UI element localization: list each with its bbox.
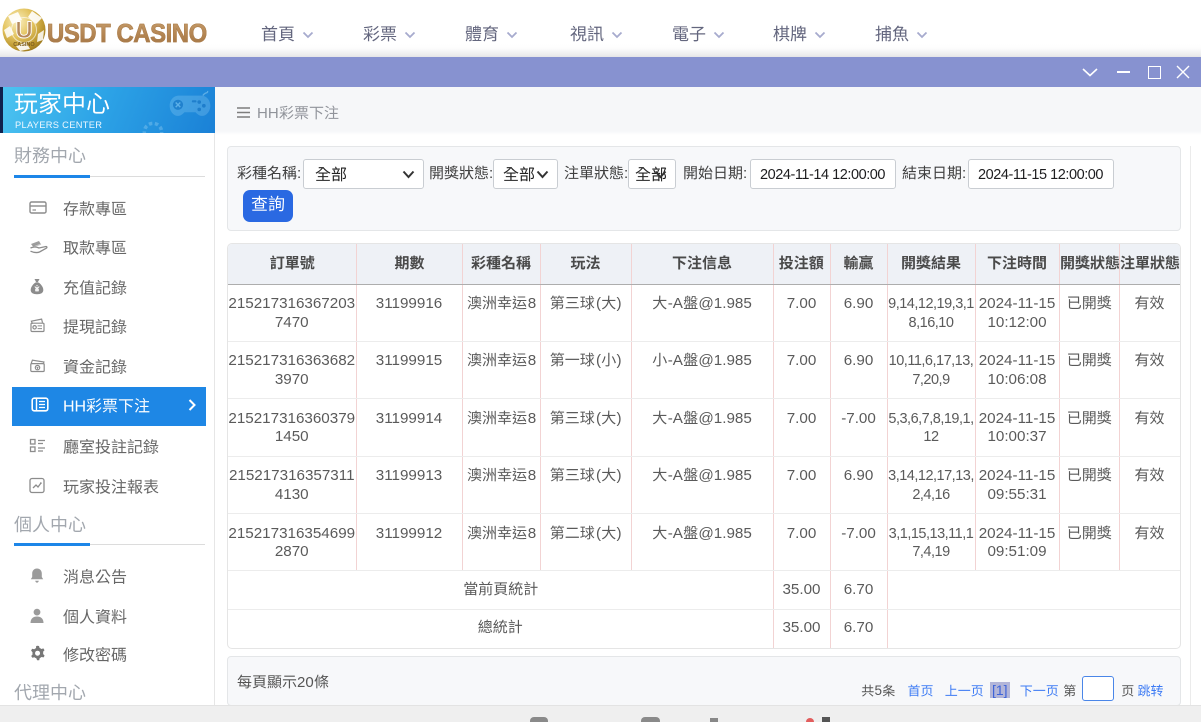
svg-text:CASINO: CASINO (13, 42, 35, 48)
svg-text:U: U (15, 17, 32, 44)
